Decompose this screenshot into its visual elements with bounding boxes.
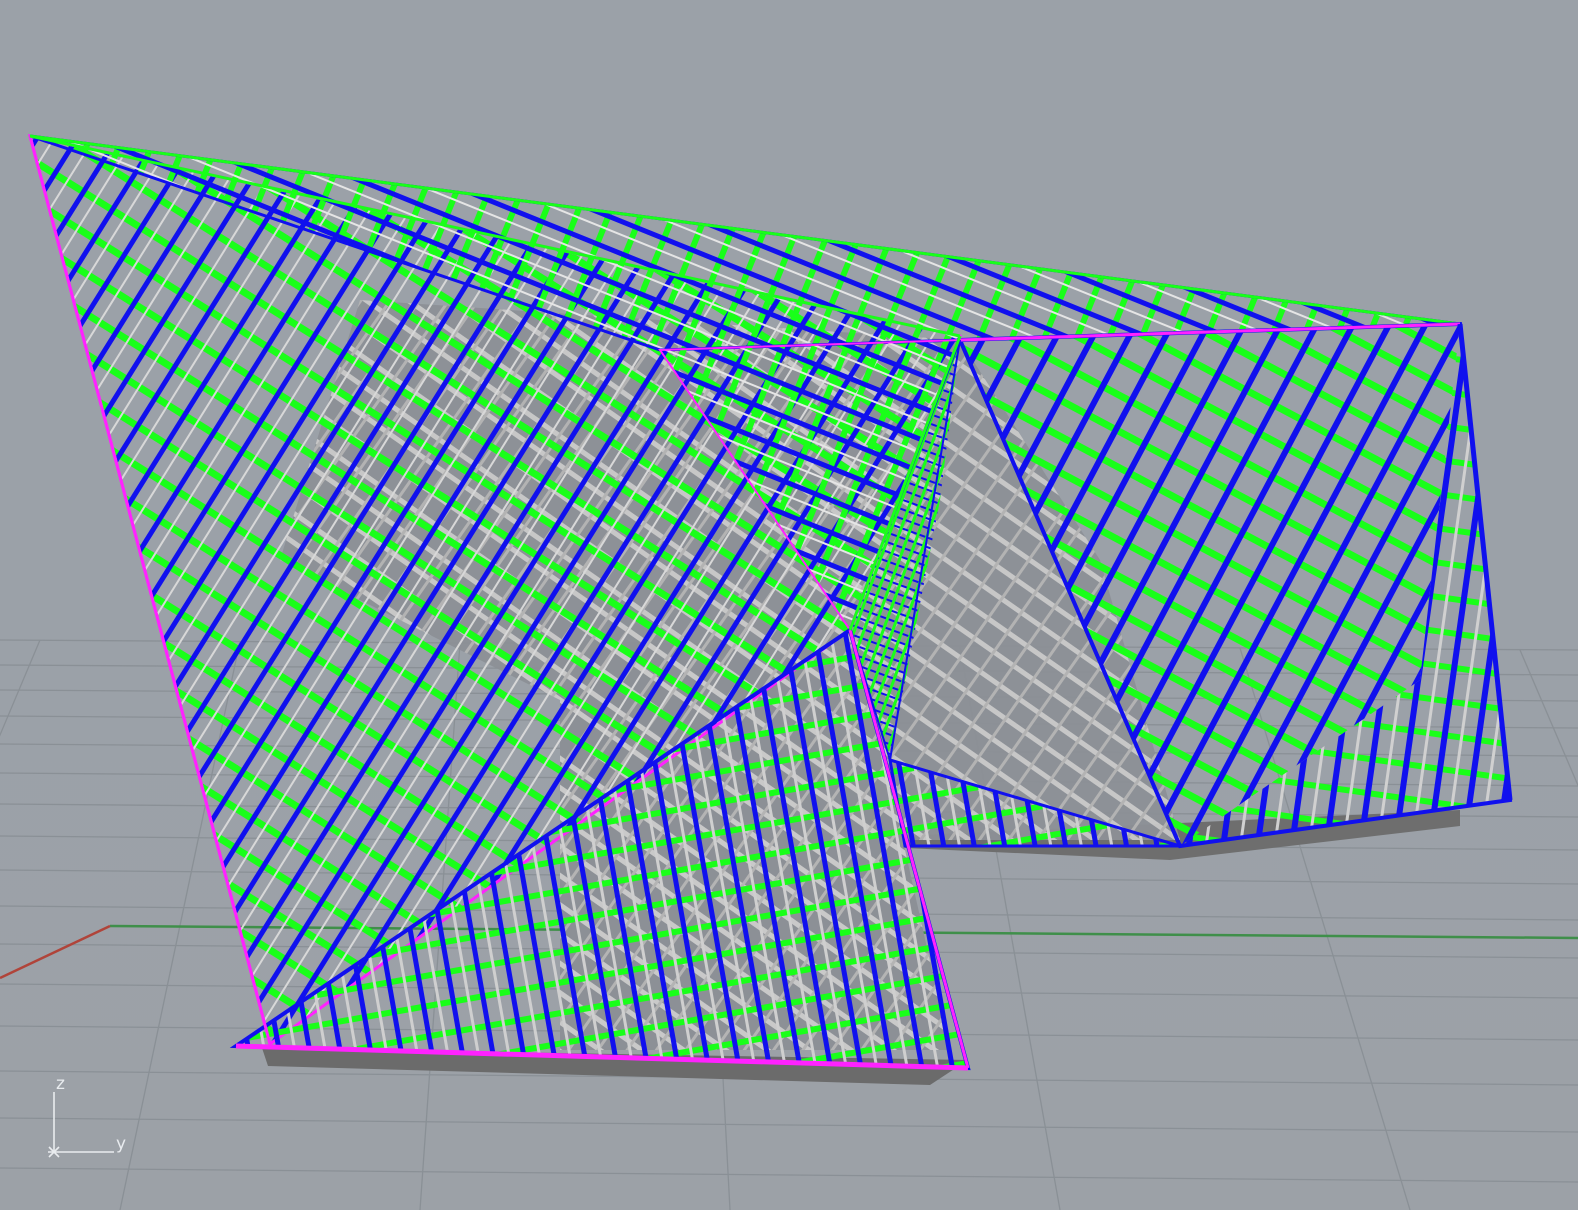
axis-y-label: y (116, 1134, 127, 1154)
perspective-viewport[interactable]: z y (0, 0, 1578, 1210)
world-x-axis (0, 924, 111, 980)
axis-gizmo-lines (48, 1092, 114, 1158)
axis-gizmo: z y (30, 1070, 150, 1170)
viewport-canvas[interactable] (0, 0, 1578, 1210)
axis-z-label: z (56, 1074, 65, 1094)
